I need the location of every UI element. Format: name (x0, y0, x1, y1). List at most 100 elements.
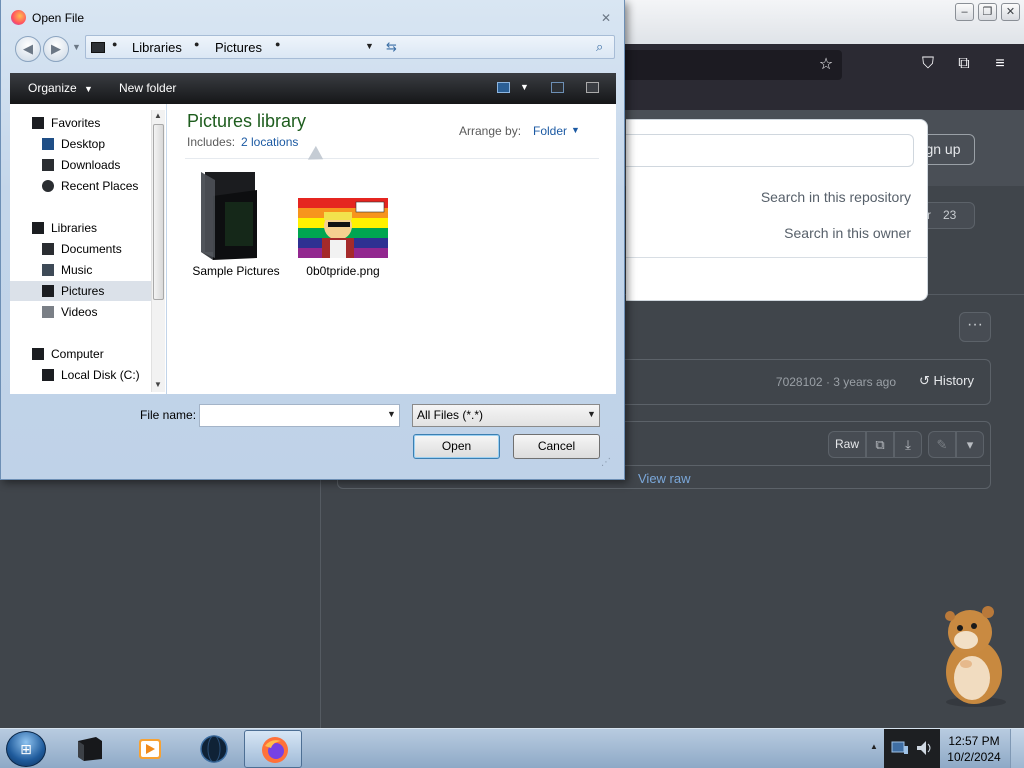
breadcrumb-libraries[interactable]: Libraries (132, 40, 182, 55)
resize-grip-icon[interactable]: ⋰ (601, 457, 611, 468)
taskbar-app-explorer[interactable] (60, 730, 118, 768)
search-popup: Search in this repository Search in this… (626, 119, 928, 301)
download-icon[interactable]: ⤓ (894, 431, 922, 458)
file-item-image[interactable]: 0b0tpride.png (293, 166, 393, 281)
navigation-pane: Favorites Desktop Downloads Recent Place… (10, 104, 166, 394)
nav-item-downloads[interactable]: Downloads (10, 155, 158, 175)
back-button[interactable]: ◀ (15, 36, 41, 62)
documents-icon (42, 243, 54, 255)
breadcrumb-separator-icon[interactable]: ● (194, 39, 199, 49)
refresh-icon[interactable]: ⇆ (386, 39, 397, 55)
dialog-toolbar: Organize ▼ New folder ▼ (10, 73, 616, 104)
clock-date: 10/2/2024 (947, 750, 1001, 764)
address-dropdown-icon[interactable]: ▼ (365, 41, 374, 51)
chevron-down-icon[interactable]: ▼ (571, 125, 580, 135)
maximize-button[interactable]: ❐ (978, 3, 997, 21)
filename-input[interactable] (199, 404, 400, 427)
show-desktop-button[interactable] (1010, 729, 1024, 768)
close-icon[interactable]: ✕ (597, 10, 615, 26)
nav-item-computer[interactable]: Computer (10, 344, 158, 364)
scroll-down-icon[interactable]: ▼ (154, 380, 162, 389)
view-options-icon[interactable]: ▼ (520, 82, 529, 92)
nav-item-label: Documents (61, 242, 122, 256)
disk-icon (42, 369, 54, 381)
new-folder-button[interactable]: New folder (119, 81, 176, 95)
pocket-icon[interactable]: ⛉ (917, 54, 939, 74)
filename-label-text: File name: (140, 408, 197, 422)
open-button[interactable]: Open (413, 434, 500, 459)
nav-item-music[interactable]: Music (10, 260, 158, 280)
dialog-title: Open File (32, 11, 85, 25)
volume-icon[interactable] (914, 738, 934, 758)
recent-locations-icon[interactable]: ▼ (72, 42, 81, 52)
network-icon[interactable] (890, 738, 910, 758)
organize-label: Organize (28, 81, 77, 95)
search-owner-suggestion[interactable]: Search in this owner (784, 225, 911, 241)
nav-item-label: Pictures (61, 284, 105, 298)
music-icon (42, 264, 54, 276)
search-repo-suggestion[interactable]: Search in this repository (761, 189, 911, 205)
taskbar-app-firefox[interactable] (244, 730, 302, 768)
nav-item-recent-places[interactable]: Recent Places (10, 176, 158, 196)
start-button[interactable]: ⊞ (6, 731, 46, 767)
raw-button[interactable]: Raw (828, 431, 866, 458)
nav-item-label: Videos (61, 305, 98, 319)
taskbar-app-media-player[interactable] (119, 730, 177, 768)
scroll-up-icon[interactable]: ▲ (154, 111, 162, 120)
breadcrumb-separator-icon[interactable]: ● (112, 39, 117, 49)
star-count: 23 (943, 208, 957, 222)
nav-item-local-disk[interactable]: Local Disk (C:) (10, 365, 158, 385)
commit-hash[interactable]: 7028102 (776, 375, 823, 389)
breadcrumb-pictures[interactable]: Pictures (215, 40, 262, 55)
computer-icon (32, 348, 44, 360)
preview-pane-icon[interactable] (551, 82, 564, 93)
file-list-pane: Pictures library Includes: 2 locations A… (167, 104, 616, 394)
downloads-icon (42, 159, 54, 171)
copy-icon[interactable]: ⧉ (866, 431, 894, 458)
hamster-image (945, 606, 1006, 707)
nav-item-libraries[interactable]: Libraries (10, 218, 158, 238)
star-icon (32, 117, 44, 129)
divider (185, 158, 599, 159)
recent-places-icon (42, 180, 54, 192)
breadcrumb-separator-icon[interactable]: ● (275, 39, 280, 49)
system-tray-icons (884, 729, 940, 768)
close-button[interactable]: ✕ (1001, 3, 1020, 21)
chevron-down-icon[interactable]: ▼ (587, 409, 596, 419)
filename-history-icon[interactable]: ▼ (387, 409, 396, 419)
cancel-button[interactable]: Cancel (513, 434, 600, 459)
minimize-button[interactable]: – (955, 3, 974, 21)
nav-scrollbar[interactable]: ▲ ▼ (151, 110, 165, 392)
history-icon: ↺ (919, 373, 930, 388)
explorer-icon (78, 737, 102, 761)
forward-button[interactable]: ▶ (43, 36, 69, 62)
arrange-by-dropdown[interactable]: Folder (533, 124, 567, 138)
search-input[interactable] (626, 134, 914, 167)
search-icon[interactable]: ⌕ (596, 39, 603, 55)
menu-icon[interactable]: ≡ (989, 54, 1011, 74)
address-bar[interactable]: ● Libraries ● Pictures ● ▼ ⇆ ⌕ (85, 35, 615, 59)
nav-item-favorites[interactable]: Favorites (10, 113, 158, 133)
extensions-icon[interactable]: ⧉ (953, 54, 975, 74)
more-options-button[interactable]: ··· (959, 312, 991, 342)
history-button[interactable]: ↺ History (919, 373, 974, 389)
bookmark-star-icon[interactable]: ☆ (815, 55, 837, 75)
filename-label: File name: (140, 408, 196, 422)
file-item-folder[interactable]: Sample Pictures (186, 166, 286, 281)
nav-item-desktop[interactable]: Desktop (10, 134, 158, 154)
help-icon[interactable] (586, 82, 599, 93)
scroll-thumb[interactable] (153, 124, 164, 300)
taskbar-app-browser[interactable] (184, 730, 242, 768)
change-view-icon[interactable] (497, 82, 510, 93)
nav-item-videos[interactable]: Videos (10, 302, 158, 322)
show-hidden-icons-icon[interactable]: ▲ (870, 742, 878, 751)
organize-button[interactable]: Organize ▼ (28, 81, 93, 95)
view-raw-link[interactable]: View raw (638, 471, 691, 486)
clock[interactable]: 12:57 PM 10/2/2024 (944, 733, 1004, 765)
nav-item-pictures[interactable]: Pictures (10, 281, 158, 301)
file-type-select[interactable]: All Files (*.*) (412, 404, 600, 427)
edit-icon[interactable]: ✎ (928, 431, 956, 458)
nav-item-documents[interactable]: Documents (10, 239, 158, 259)
edit-dropdown-icon[interactable]: ▾ (956, 431, 984, 458)
library-locations-link[interactable]: 2 locations (241, 135, 298, 149)
